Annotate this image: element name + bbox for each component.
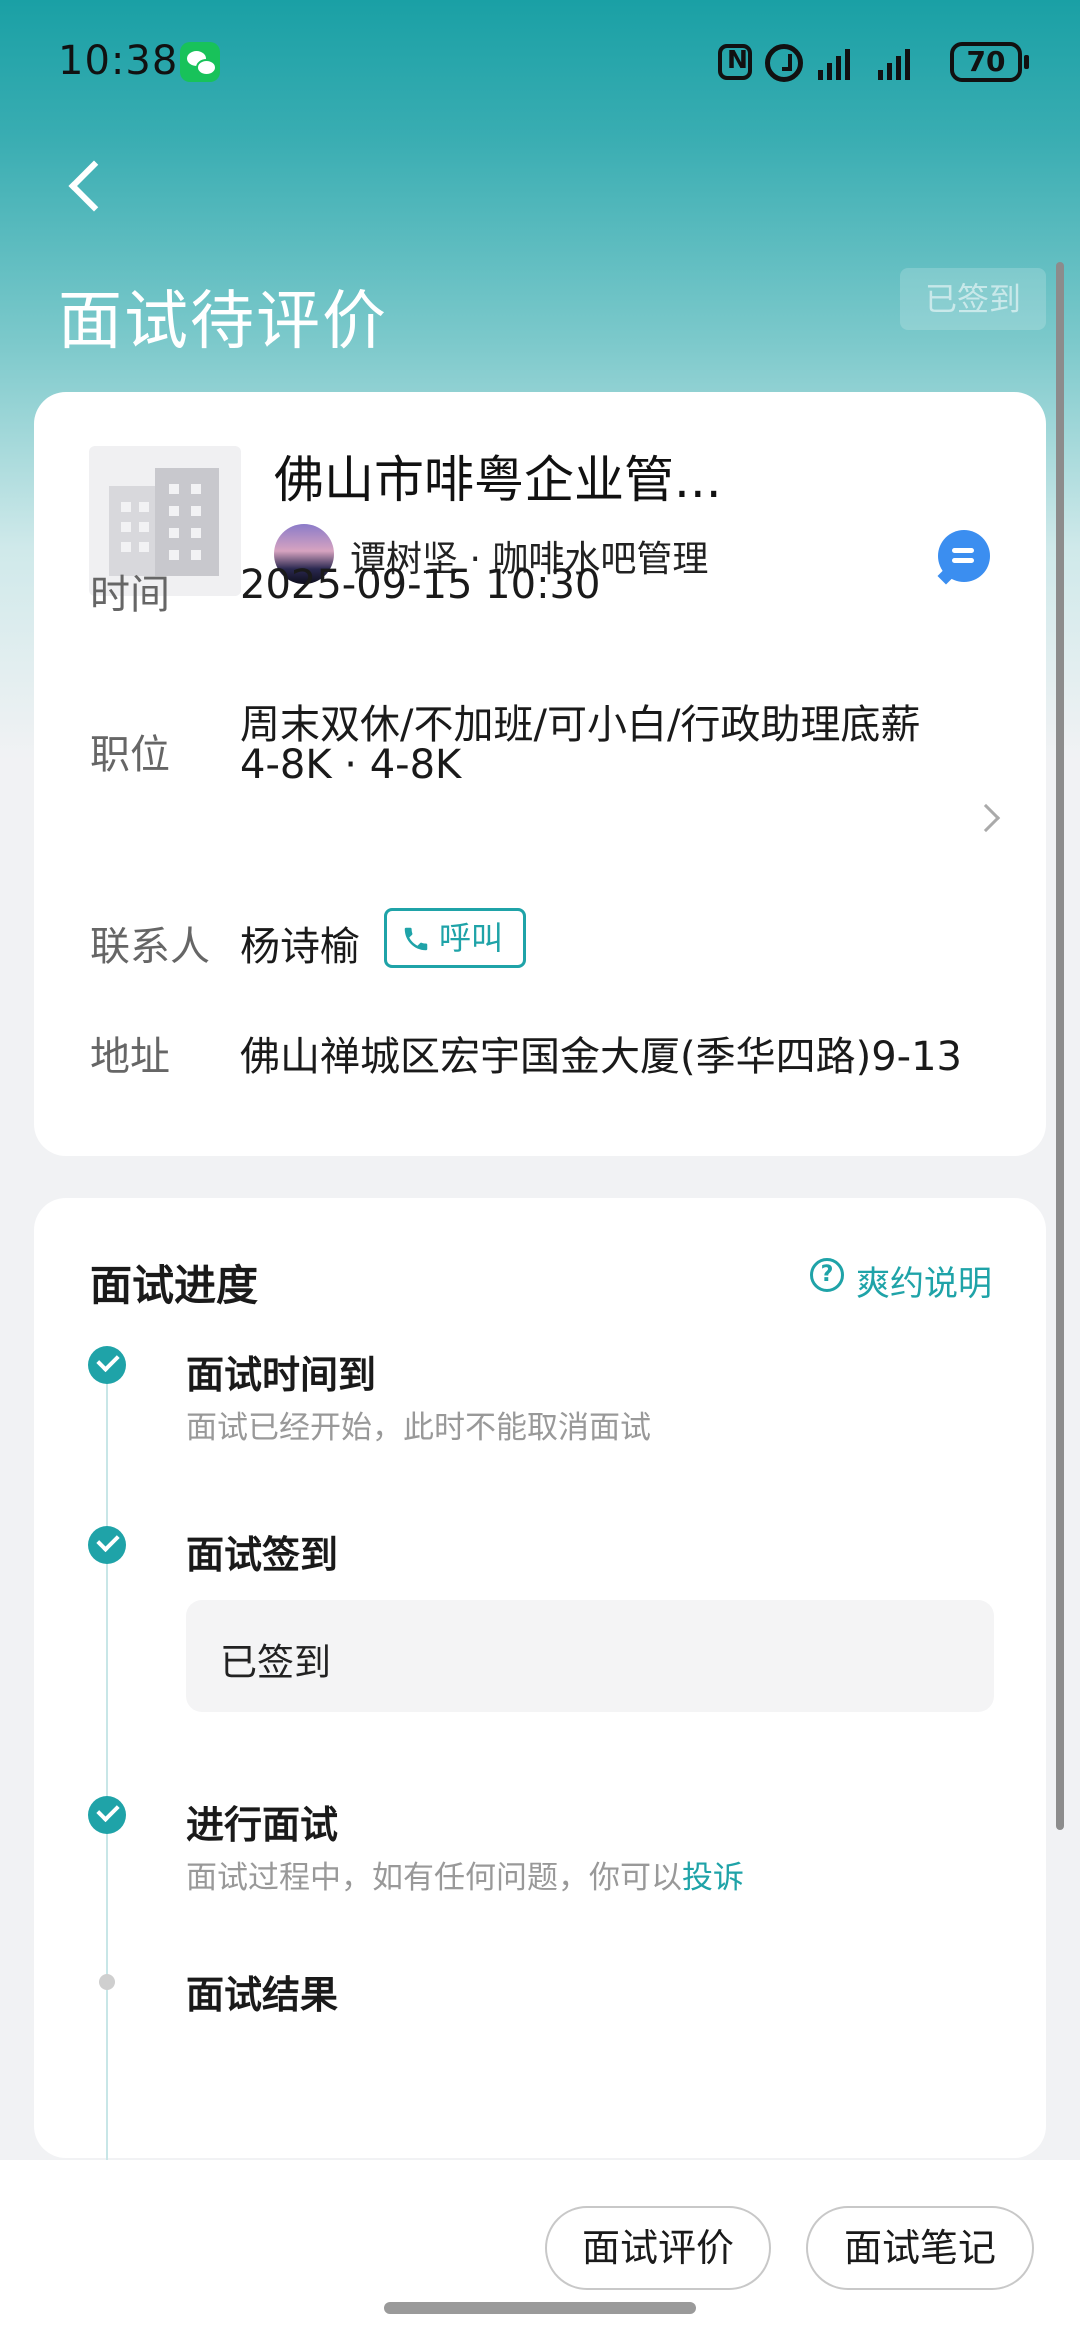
check-icon: [88, 1526, 126, 1564]
question-icon: ?: [810, 1258, 844, 1292]
phone-icon: [404, 927, 428, 951]
step-desc: 面试过程中，如有任何问题，你可以投诉: [186, 1852, 744, 1897]
progress-title: 面试进度: [90, 1261, 259, 1310]
contact-name: 杨诗榆: [240, 924, 360, 970]
status-time: 10:38: [58, 38, 179, 84]
evaluate-button[interactable]: 面试评价: [545, 2206, 771, 2290]
interview-progress-card: 面试进度 ? 爽约说明 面试时间到 面试已经开始，此时不能取消面试 面试签到 已…: [34, 1198, 1046, 2180]
signed-status-badge: 已签到: [900, 268, 1046, 330]
step-desc: 面试已经开始，此时不能取消面试: [186, 1410, 651, 1446]
call-button[interactable]: 呼叫: [384, 908, 526, 968]
step-title: 面试结果: [186, 1973, 339, 2017]
step-title: 面试时间到: [186, 1353, 377, 1397]
company-name[interactable]: 佛山市啡粤企业管...: [274, 440, 722, 512]
notes-button[interactable]: 面试笔记: [806, 2206, 1034, 2290]
chat-button[interactable]: [938, 530, 990, 582]
building-icon: [109, 468, 219, 576]
page: 10:38 70 面试待评价 已签到: [0, 0, 1080, 2331]
status-bar: 10:38 70: [0, 0, 1080, 130]
step-title: 进行面试: [186, 1803, 339, 1847]
wechat-icon: [180, 42, 220, 82]
address-value[interactable]: 佛山禅城区宏宇国金大厦(季华四路)9-13: [240, 1024, 962, 1082]
scrollbar[interactable]: [1056, 262, 1064, 1830]
home-indicator[interactable]: [384, 2302, 696, 2314]
page-title: 面试待评价: [58, 285, 388, 359]
call-label: 呼叫: [439, 919, 504, 957]
nfc-icon: [718, 44, 752, 80]
time-value: 2025-09-15 10:30: [240, 562, 601, 608]
check-icon: [88, 1346, 126, 1384]
signal-icon: [878, 44, 910, 80]
signal-icon: [818, 44, 850, 80]
timeline-line: [106, 1368, 108, 2180]
position-label: 职位: [90, 732, 170, 778]
bottom-action-bar: 面试评价 面试笔记: [0, 2160, 1080, 2331]
help-link-label: 爽约说明: [856, 1264, 992, 1304]
check-icon: [88, 1796, 126, 1834]
step-title: 面试签到: [186, 1533, 339, 1577]
position-value-line2[interactable]: 4-8K · 4-8K: [240, 742, 461, 788]
address-label: 地址: [90, 1034, 170, 1080]
sign-in-status-box: 已签到: [186, 1600, 994, 1712]
battery-icon: 70: [950, 42, 1029, 82]
contact-label: 联系人: [90, 924, 210, 970]
interview-info-card: 佛山市啡粤企业管... 谭树坚 · 咖啡水吧管理 时间 2025-09-15 1…: [34, 392, 1046, 1156]
chevron-right-icon[interactable]: [971, 803, 1001, 833]
pending-dot: [99, 1974, 115, 1990]
sign-in-status: 已签到: [220, 1641, 331, 1684]
complain-link[interactable]: 投诉: [682, 1860, 744, 1896]
time-label: 时间: [90, 572, 170, 618]
alarm-icon: [765, 44, 803, 82]
back-button[interactable]: [62, 150, 122, 220]
step-desc-text: 面试过程中，如有任何问题，你可以: [186, 1860, 682, 1896]
